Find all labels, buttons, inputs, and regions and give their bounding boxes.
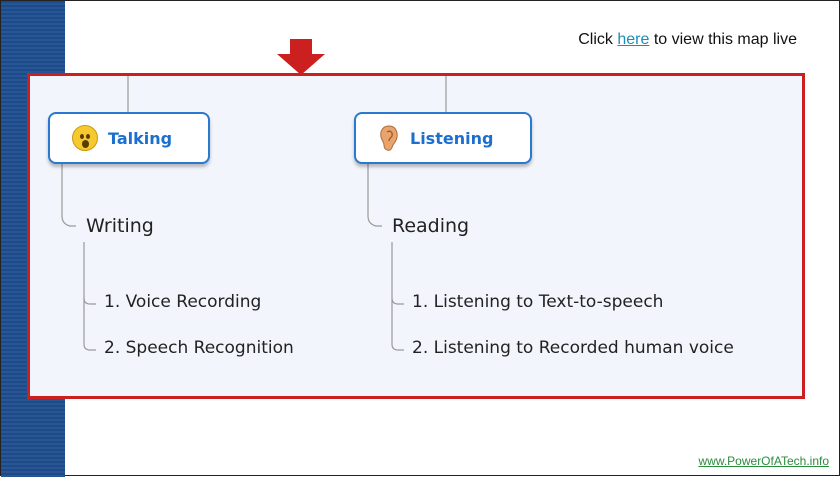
view-live-caption: Click here to view this map live [578, 31, 797, 49]
view-live-link[interactable]: here [617, 31, 649, 48]
listening-node[interactable]: Listening [354, 112, 532, 164]
caption-suffix: to view this map live [649, 31, 797, 48]
mindmap-panel: Talking Listening Writing 1. Voice Recor… [27, 73, 805, 399]
writing-topic[interactable]: Writing [86, 215, 154, 237]
list-item[interactable]: 1. Voice Recording [104, 292, 261, 312]
slide: Click here to view this map live Talking… [0, 0, 840, 477]
listening-node-label: Listening [410, 128, 494, 148]
surprised-face-icon [72, 125, 98, 151]
ear-icon [380, 125, 398, 151]
list-item[interactable]: 1. Listening to Text-to-speech [412, 292, 663, 312]
footer-site-link[interactable]: www.PowerOfATech.info [699, 454, 830, 468]
list-item[interactable]: 2. Speech Recognition [104, 338, 294, 358]
talking-node-label: Talking [108, 128, 173, 148]
caption-prefix: Click [578, 31, 618, 48]
down-arrow-icon [277, 39, 325, 75]
talking-node[interactable]: Talking [48, 112, 210, 164]
list-item[interactable]: 2. Listening to Recorded human voice [412, 338, 734, 358]
reading-topic[interactable]: Reading [392, 215, 469, 237]
